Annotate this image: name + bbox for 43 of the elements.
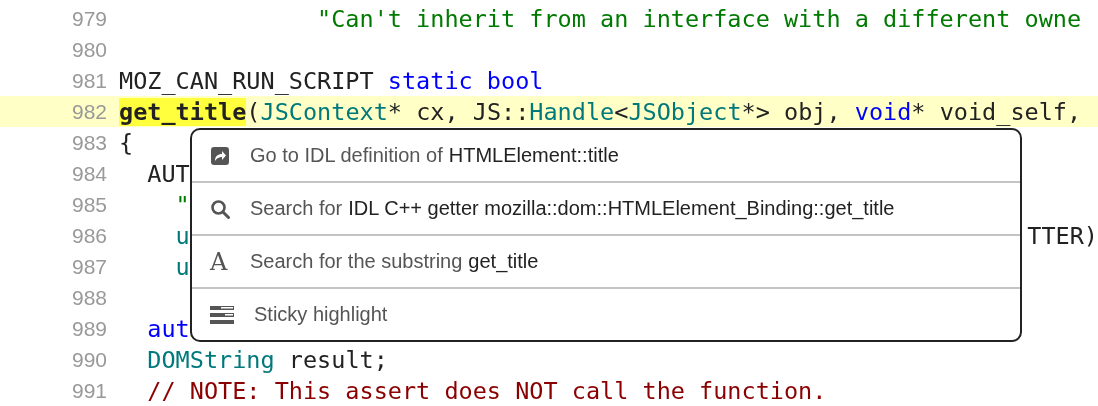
code-text: // NOTE: This assert does NOT call the function. (146, 376, 827, 405)
code-text: < (614, 97, 629, 126)
line-number: 982 (70, 99, 108, 124)
code-text: " (174, 190, 190, 219)
line-number: 984 (70, 161, 108, 186)
code-text: ( (246, 97, 261, 126)
code-text: AUT (146, 159, 190, 188)
menu-item[interactable]: A Search for the substring get_title (192, 236, 1020, 287)
code-text: DOMString (146, 345, 275, 374)
code-text: * void_self, (911, 97, 1082, 126)
menu-item[interactable]: Go to IDL definition of HTMLElement::title (192, 130, 1020, 181)
code-text: JSObject (628, 97, 742, 126)
code-text: JSContext (260, 97, 388, 126)
highlighted-word: get_title (119, 97, 247, 126)
code-text: Handle (529, 97, 615, 126)
menu-item[interactable]: Search for IDL C++ getter mozilla::dom::HTMLElement_Binding::get_title (192, 183, 1020, 234)
line-number: 989 (70, 316, 108, 341)
line-number: 987 (70, 254, 108, 279)
code-text: u (174, 252, 190, 281)
code-text: void (854, 97, 912, 126)
code-text: u (174, 221, 190, 250)
code-text: result; (287, 345, 388, 374)
code-text: { (119, 128, 134, 157)
code-text: MOZ_CAN_RUN_SCRIPT (119, 66, 375, 95)
letter-icon: A (210, 247, 232, 276)
highlight-lines-icon (210, 305, 234, 324)
code-text: * cx, JS:: (387, 97, 530, 126)
search-icon (210, 198, 230, 219)
line-number: 980 (70, 37, 108, 62)
line-number: 979 (70, 6, 108, 31)
line-number: 986 (70, 223, 108, 248)
line-number: 990 (70, 347, 108, 372)
code-text: static bool (387, 66, 544, 95)
code-text: TTER) (1027, 221, 1098, 250)
line-number: 981 (70, 68, 108, 93)
line-number: 983 (70, 130, 108, 155)
line-number: 988 (70, 285, 108, 310)
code-text: *> obj, (741, 97, 842, 126)
line-number: 991 (70, 378, 108, 403)
menu-item[interactable]: Sticky highlight (192, 289, 1020, 340)
line-number: 985 (70, 192, 108, 217)
code-text: aut (146, 314, 190, 343)
code-text: "Can't inherit from an interface with a different owne (316, 4, 1082, 33)
